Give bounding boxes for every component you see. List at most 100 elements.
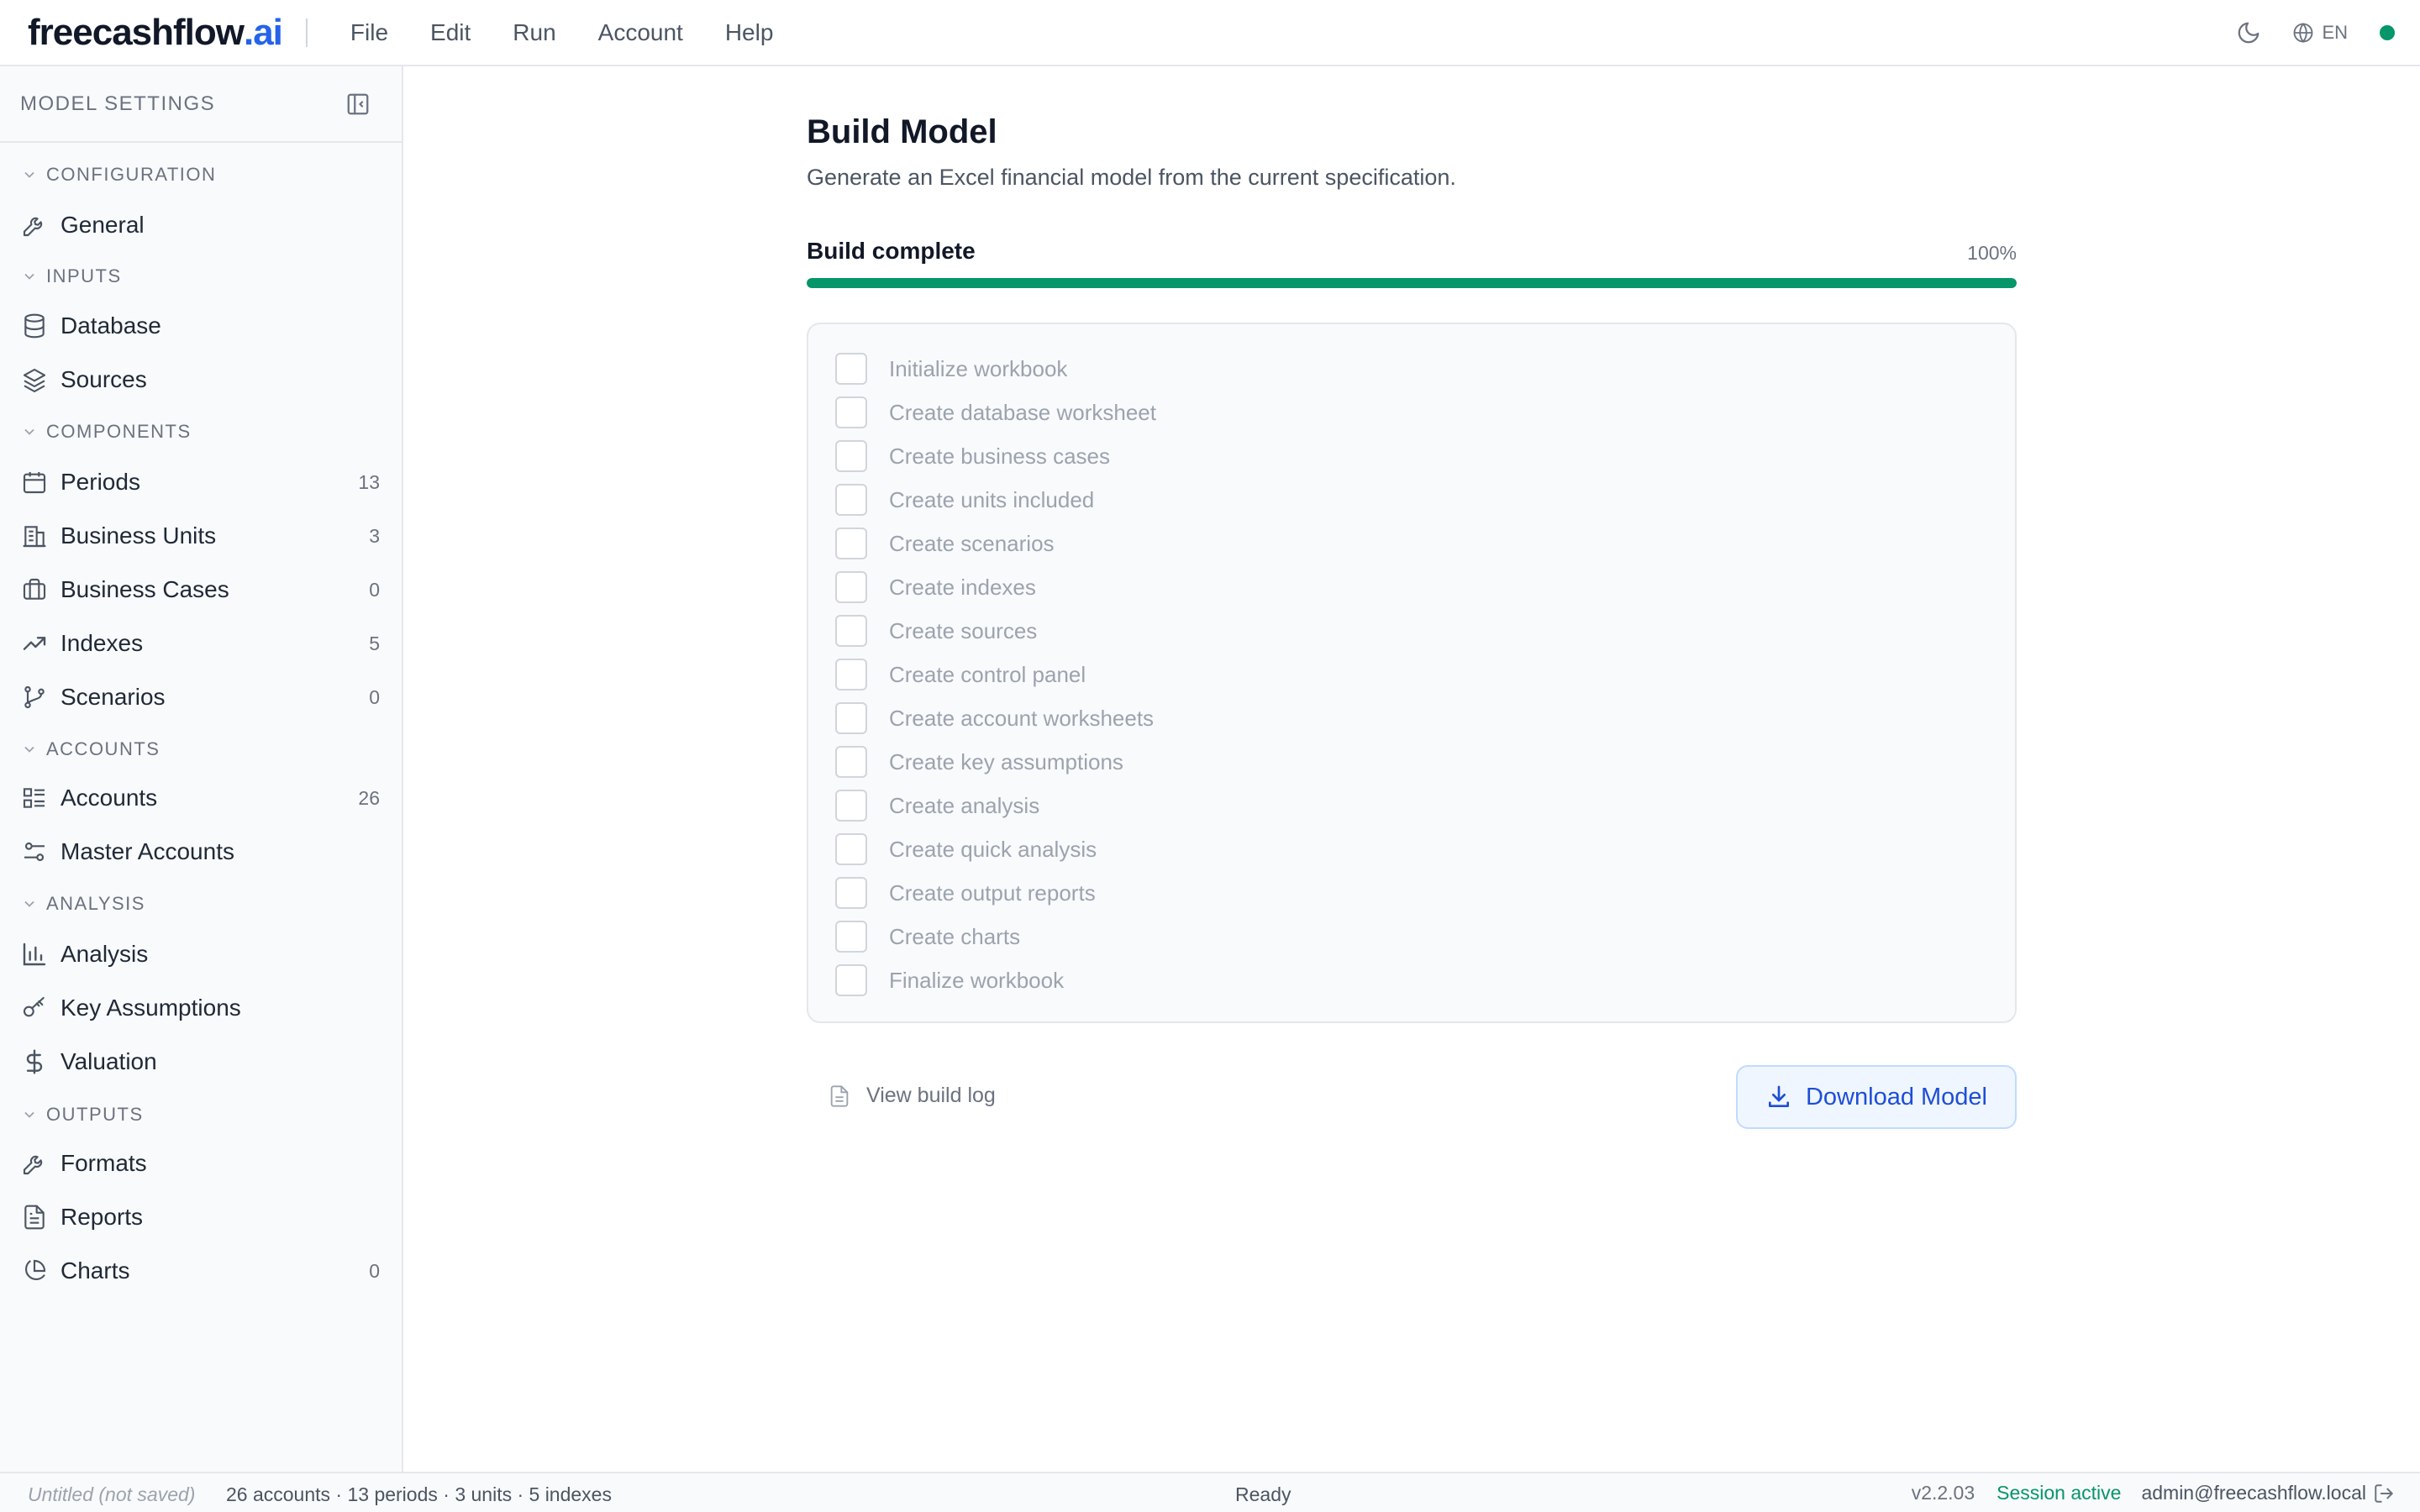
wrench-icon (20, 211, 49, 239)
status-right: v2.2.03 Session active admin@freecashflo… (1912, 1482, 2395, 1504)
step-checkbox (835, 964, 867, 996)
section-label: ACCOUNTS (46, 738, 160, 759)
git-branch-icon (20, 683, 49, 711)
sidebar-item-count: 0 (369, 685, 380, 708)
step-checkbox (835, 353, 867, 385)
sidebar-item-count: 13 (358, 470, 380, 493)
step-label: Create indexes (889, 574, 1036, 600)
globe-icon (2294, 22, 2313, 43)
step-label: Create units included (889, 486, 1095, 512)
moon-icon[interactable] (2234, 18, 2263, 47)
list-icon (20, 784, 49, 812)
sidebar-title: MODEL SETTINGS (20, 92, 216, 115)
sidebar-item-valuation[interactable]: Valuation (0, 1038, 402, 1085)
step-checkbox (835, 877, 867, 909)
view-build-log-link[interactable]: View build log (828, 1084, 996, 1108)
sidebar-item-business-cases[interactable]: Business Cases 0 (0, 566, 402, 613)
sidebar-item-charts[interactable]: Charts 0 (0, 1247, 402, 1294)
build-step: Create business cases (835, 439, 1110, 473)
sidebar: MODEL SETTINGS CONFIGURATION General INP… (0, 66, 403, 1472)
menu-account[interactable]: Account (577, 8, 704, 58)
step-checkbox (835, 571, 867, 603)
layers-icon (20, 365, 49, 394)
progress-bar-fill (807, 278, 2017, 288)
sidebar-item-key-assumptions[interactable]: Key Assumptions (0, 984, 402, 1032)
model-summary: 26 accounts · 13 periods · 3 units · 5 i… (226, 1483, 612, 1505)
sidebar-item-label: Scenarios (60, 684, 166, 710)
sidebar-item-label: Periods (60, 469, 140, 495)
connection-status-dot (2380, 24, 2395, 40)
menu-help[interactable]: Help (704, 8, 795, 58)
page-subtitle: Generate an Excel financial model from t… (807, 165, 1456, 190)
collapse-sidebar-button[interactable] (345, 91, 371, 118)
build-step: Create key assumptions (835, 745, 1123, 779)
step-checkbox (835, 615, 867, 647)
section-accounts[interactable]: ACCOUNTS (21, 738, 160, 760)
language-selector[interactable]: EN (2291, 21, 2348, 45)
view-build-log-label: View build log (866, 1084, 996, 1107)
sidebar-item-label: Formats (60, 1150, 147, 1176)
menu-run[interactable]: Run (492, 8, 576, 58)
sidebar-item-analysis[interactable]: Analysis (0, 931, 402, 978)
pie-chart-icon (20, 1257, 49, 1285)
step-checkbox (835, 528, 867, 559)
briefcase-icon (20, 575, 49, 604)
sidebar-header: MODEL SETTINGS (0, 66, 402, 143)
sidebar-item-label: Business Units (60, 522, 217, 549)
sidebar-item-formats[interactable]: Formats (0, 1140, 402, 1187)
step-checkbox (835, 484, 867, 516)
sidebar-item-reports[interactable]: Reports (0, 1194, 402, 1241)
section-outputs[interactable]: OUTPUTS (21, 1104, 144, 1126)
sidebar-item-label: Accounts (60, 785, 158, 811)
sidebar-item-label: Business Cases (60, 576, 229, 602)
sidebar-item-general[interactable]: General (0, 202, 402, 249)
step-label: Create analysis (889, 792, 1040, 818)
sidebar-item-database[interactable]: Database (0, 302, 402, 349)
sidebar-item-label: Analysis (60, 941, 149, 967)
step-label: Create database worksheet (889, 399, 1156, 425)
download-model-button[interactable]: Download Model (1736, 1065, 2017, 1129)
chevron-down-icon (24, 428, 34, 435)
sidebar-item-scenarios[interactable]: Scenarios 0 (0, 674, 402, 721)
sidebar-item-accounts[interactable]: Accounts 26 (0, 774, 402, 822)
topbar-actions: EN (2234, 18, 2395, 47)
sidebar-item-sources[interactable]: Sources (0, 356, 402, 403)
app-version: v2.2.03 (1911, 1482, 1975, 1504)
main-content: Build Model Generate an Excel financial … (403, 66, 2420, 1472)
sidebar-item-label: Key Assumptions (60, 995, 241, 1021)
build-step: Initialize workbook (835, 352, 1067, 386)
sidebar-item-count: 0 (369, 578, 380, 601)
sidebar-item-business-units[interactable]: Business Units 3 (0, 512, 402, 559)
session-status: Session active (1996, 1482, 2122, 1504)
sidebar-item-indexes[interactable]: Indexes 5 (0, 620, 402, 667)
build-step: Create quick analysis (835, 832, 1097, 866)
section-inputs[interactable]: INPUTS (21, 265, 122, 287)
user-email[interactable]: admin@freecashflow.local (2141, 1482, 2366, 1504)
sidebar-item-master-accounts[interactable]: Master Accounts (0, 828, 402, 875)
menu-edit[interactable]: Edit (409, 8, 492, 58)
menu-file[interactable]: File (329, 8, 409, 58)
build-step: Create analysis (835, 789, 1039, 822)
status-text: Ready (1235, 1483, 1292, 1505)
section-analysis[interactable]: ANALYSIS (21, 893, 145, 915)
step-checkbox (835, 440, 867, 472)
logout-icon[interactable] (2373, 1483, 2395, 1504)
step-label: Create key assumptions (889, 748, 1123, 774)
step-checkbox (835, 396, 867, 428)
sidebar-item-label: Charts (60, 1257, 130, 1284)
sidebar-item-count: 26 (358, 786, 380, 809)
chevron-down-icon (24, 900, 34, 907)
step-label: Create control panel (889, 661, 1086, 687)
sidebar-item-periods[interactable]: Periods 13 (0, 459, 402, 506)
section-label: CONFIGURATION (46, 164, 217, 185)
app-logo[interactable]: freecashflow .ai (28, 12, 283, 54)
section-components[interactable]: COMPONENTS (21, 421, 192, 443)
document-icon (20, 1203, 49, 1231)
database-icon (20, 312, 49, 340)
step-label: Create charts (889, 923, 1021, 949)
download-icon (1768, 1085, 1789, 1107)
trending-up-icon (20, 629, 49, 658)
section-configuration[interactable]: CONFIGURATION (21, 164, 216, 186)
step-checkbox (835, 702, 867, 734)
step-label: Finalize workbook (889, 967, 1065, 993)
